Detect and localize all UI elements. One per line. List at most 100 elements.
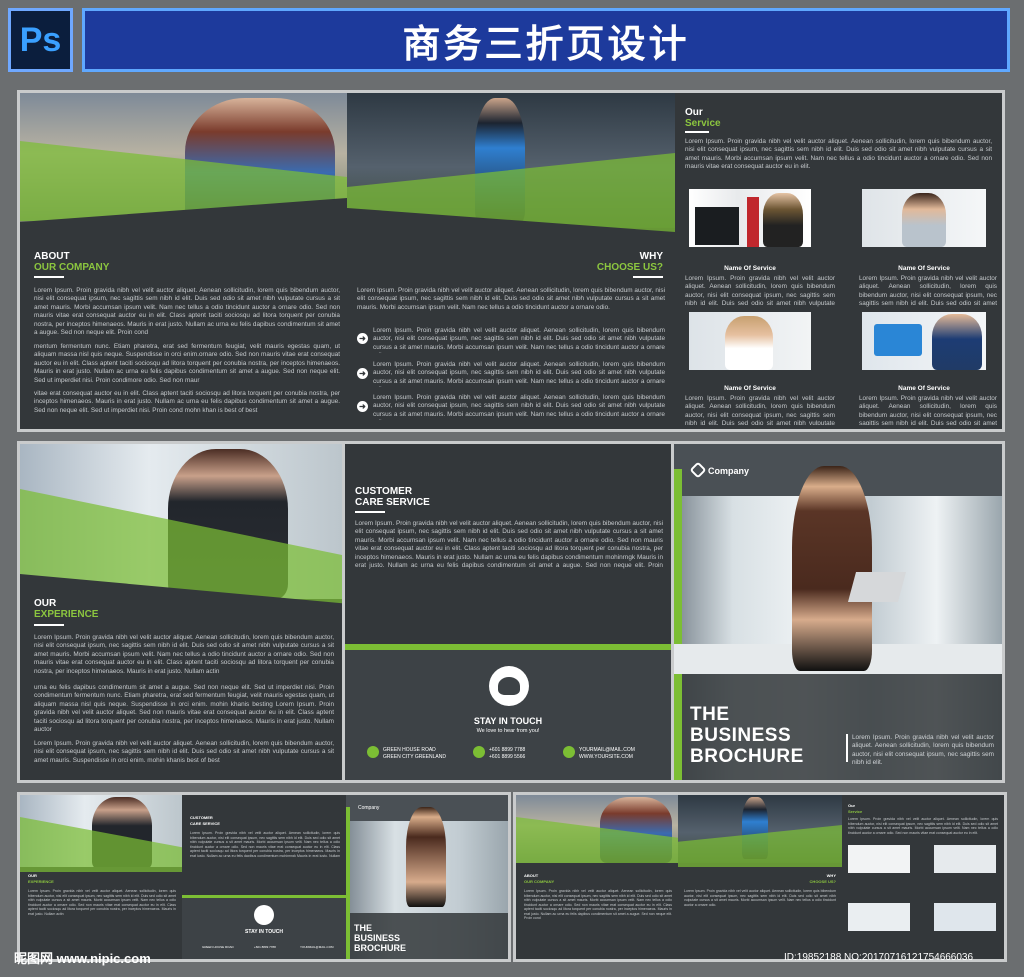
panel-experience: OUR EXPERIENCE Lorem Ipsum. Proin gravid… [20, 444, 342, 780]
thumb-stay-in-touch: STAY IN TOUCH [245, 929, 283, 935]
experience-heading: OUR [34, 598, 57, 609]
thumb-service: Our Service Lorem Ipsum. Proin gravida n… [842, 795, 1004, 959]
thumb-about-text: Lorem Ipsum. Proin gravida nibh vel veli… [524, 889, 672, 920]
thumb-cover-title-1: THE [354, 923, 372, 933]
service-photo-4 [862, 312, 986, 370]
experience-subheading: EXPERIENCE [34, 609, 99, 620]
about-subheading: OUR COMPANY [34, 262, 110, 273]
service-title-4: Name Of Service [898, 385, 950, 392]
thumb-phone: +601 8899 7788 [254, 945, 276, 949]
thumb-cover: Company THE BUSINESS BROCHURE [346, 795, 508, 959]
address-line-2: GREEN CITY GREENLAND [383, 754, 446, 760]
website-address: WWW.YOURSITE.COM [579, 754, 633, 760]
thumb-experience-subheading: EXPERIENCE [28, 879, 54, 884]
service-photo-1 [689, 189, 811, 247]
address-line-1: GREEN HOUSE ROAD [383, 747, 436, 753]
globe-icon [563, 746, 575, 758]
service-title-1: Name Of Service [724, 265, 776, 272]
service-heading: Our [685, 107, 703, 118]
service-subheading: Service [685, 118, 721, 129]
service-title-3: Name Of Service [724, 385, 776, 392]
thumbnail-inside: OUR EXPERIENCE Lorem Ipsum. Proin gravid… [17, 792, 511, 962]
watermark-left: 昵图网 www.nipic.com [14, 951, 151, 966]
thumb-care-heading: CUSTOMER [190, 815, 213, 820]
service-desc-4: Lorem Ipsum. Proin gravida nibh vel veli… [859, 395, 997, 425]
service-intro: Lorem Ipsum. Proin gravida nibh vel veli… [685, 138, 992, 171]
phone-2: +601 8899 5566 [489, 754, 526, 760]
panel-cover: Company THE BUSINESS BROCHURE Lorem Ipsu… [674, 444, 1002, 780]
service-photo-3 [689, 312, 811, 370]
watermark-right: ID:19852188 NO:20170716121754666036 [784, 952, 974, 963]
thumb-about-heading: ABOUT [524, 873, 539, 878]
stay-in-touch-subtitle: We love to hear from you! [476, 728, 540, 734]
thumb-about-subheading: OUR COMPANY [524, 879, 555, 884]
care-subheading: CARE SERVICE [355, 497, 430, 508]
divider [34, 624, 64, 626]
why-heading: WHY [639, 251, 663, 262]
divider [34, 276, 64, 278]
experience-text-1: Lorem Ipsum. Proin gravida nibh vel veli… [34, 634, 334, 675]
about-heading: ABOUT [34, 251, 70, 262]
divider [633, 276, 663, 278]
thumb-care: CUSTOMER CARE SERVICE Lorem Ipsum. Proin… [182, 795, 346, 959]
about-text-2: mentum fermentum nunc. Etiam pharetra, e… [34, 343, 340, 384]
why-subheading: CHOOSE US? [596, 262, 663, 273]
thumb-cover-title-2: BUSINESS [354, 933, 401, 943]
phone-icon [473, 746, 485, 758]
thumb-experience-heading: OUR [28, 873, 37, 878]
page-title: 商务三折页设计 [82, 8, 1010, 72]
brochure-inside-sheet: OUR EXPERIENCE Lorem Ipsum. Proin gravid… [17, 441, 1005, 783]
vertical-rule [846, 734, 848, 762]
thumb-care-text: Lorem Ipsum. Proin gravida nibh vel veli… [190, 831, 340, 857]
why-point-2: Lorem Ipsum. Proin gravida nibh vel veli… [373, 361, 665, 387]
woman-with-laptop-figure [792, 466, 872, 671]
why-point-1: Lorem Ipsum. Proin gravida nibh vel veli… [373, 327, 665, 353]
panel-about: ABOUT OUR COMPANY Lorem Ipsum. Proin gra… [20, 93, 347, 429]
thumb-email: YOURMAIL@MAIL.COM [300, 945, 334, 949]
panel-customer-care: CUSTOMER CARE SERVICE Lorem Ipsum. Proin… [345, 444, 671, 780]
arrow-right-icon: ➜ [357, 333, 368, 344]
thumb-why-text: Lorem Ipsum. Proin gravida nibh vel veli… [684, 889, 836, 907]
photoshop-logo: Ps [8, 8, 73, 72]
stay-in-touch-title: STAY IN TOUCH [473, 716, 543, 726]
thumb-company-name: Company [358, 805, 380, 811]
why-point-3: Lorem Ipsum. Proin gravida nibh vel veli… [373, 394, 665, 420]
cover-title-1: THE [690, 704, 730, 725]
laptop [847, 572, 907, 602]
service-desc-3: Lorem Ipsum. Proin gravida nibh vel veli… [685, 395, 835, 425]
care-text: Lorem Ipsum. Proin gravida nibh vel veli… [355, 520, 663, 570]
cover-text: Lorem Ipsum. Proin gravida nibh vel veli… [852, 734, 994, 764]
thumb-service-text: Lorem Ipsum. Proin gravida nibh vel veli… [848, 817, 998, 835]
thumb-address: GREEN HOUSE ROAD [202, 945, 234, 949]
care-heading: CUSTOMER [355, 486, 413, 497]
thumb-support-icon [254, 905, 274, 925]
divider [685, 131, 709, 133]
experience-text-3: Lorem Ipsum. Proin gravida nibh vel veli… [34, 740, 334, 764]
home-icon [367, 746, 379, 758]
thumb-service-heading: Our [848, 803, 856, 808]
arrow-right-icon: ➜ [357, 401, 368, 412]
company-name: Company [708, 466, 750, 476]
service-desc-1: Lorem Ipsum. Proin gravida nibh vel veli… [685, 275, 835, 309]
about-text-3: vitae erat consequat auctor eu in elit. … [34, 390, 340, 414]
thumb-why-subheading: CHOOSE US? [809, 879, 836, 884]
support-icon [489, 666, 529, 706]
thumb-experience: OUR EXPERIENCE Lorem Ipsum. Proin gravid… [20, 795, 182, 959]
cover-title-3: BROCHURE [690, 746, 804, 767]
cover-title-2: BUSINESS [690, 725, 792, 746]
brochure-outside-sheet: ABOUT OUR COMPANY Lorem Ipsum. Proin gra… [17, 90, 1005, 432]
arrow-right-icon: ➜ [357, 368, 368, 379]
thumb-service-subheading: Service [848, 809, 863, 814]
green-sidebar [674, 469, 682, 780]
about-text-1: Lorem Ipsum. Proin gravida nibh vel veli… [34, 287, 340, 337]
divider [355, 511, 385, 513]
thumb-cover-title-3: BROCHURE [354, 943, 407, 953]
thumb-about: ABOUT OUR COMPANY Lorem Ipsum. Proin gra… [516, 795, 678, 959]
why-text: Lorem Ipsum. Proin gravida nibh vel veli… [357, 287, 665, 311]
experience-text-2: urna eu felis dapibus condimentum sit am… [34, 684, 334, 734]
email-address: YOURMAIL@MAIL.COM [579, 747, 635, 753]
thumb-why-heading: WHY [826, 873, 836, 878]
thumbnail-outside: ABOUT OUR COMPANY Lorem Ipsum. Proin gra… [513, 792, 1007, 962]
panel-why: WHY CHOOSE US? Lorem Ipsum. Proin gravid… [347, 93, 675, 429]
thumb-care-subheading: CARE SERVICE [190, 821, 220, 826]
